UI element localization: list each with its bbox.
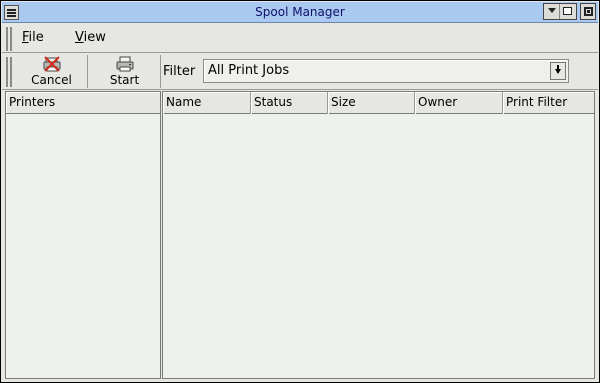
column-header-name[interactable]: Name [163,92,251,114]
filter-label: Filter [163,64,196,79]
spool-manager-window: Spool Manager File View Cancel Start Fil… [0,0,600,383]
print-jobs-list[interactable]: Name Status Size Owner Print Filter [162,91,595,379]
window-title: Spool Manager [255,5,345,19]
cancel-print-icon [43,56,60,72]
menu-view[interactable]: View [75,30,106,45]
printer-icon [116,56,133,72]
cancel-button[interactable]: Cancel [16,55,88,88]
maximize-icon[interactable] [560,4,576,19]
jobs-column-headers: Name Status Size Owner Print Filter [163,92,594,114]
menu-bar: File View [2,24,598,53]
toolbar: Cancel Start Filter All Print Jobs [2,54,598,90]
printers-list[interactable]: Printers [5,91,161,379]
close-icon[interactable] [580,3,596,20]
printers-header[interactable]: Printers [6,92,160,114]
title-bar[interactable]: Spool Manager [2,2,598,23]
column-header-print-filter[interactable]: Print Filter [503,92,594,114]
filter-select[interactable]: All Print Jobs [203,59,569,83]
start-label: Start [109,73,140,87]
minimize-icon[interactable] [544,4,560,19]
column-header-owner[interactable]: Owner [415,92,503,114]
column-header-status[interactable]: Status [251,92,328,114]
window-controls [543,3,577,20]
cancel-label: Cancel [31,73,72,87]
chevron-down-icon[interactable] [550,62,566,80]
menubar-grip[interactable] [6,27,12,51]
menu-file[interactable]: File [22,30,44,45]
column-header-size[interactable]: Size [328,92,415,114]
toolbar-grip[interactable] [6,57,12,87]
start-button[interactable]: Start [89,55,161,88]
filter-value: All Print Jobs [208,63,290,78]
